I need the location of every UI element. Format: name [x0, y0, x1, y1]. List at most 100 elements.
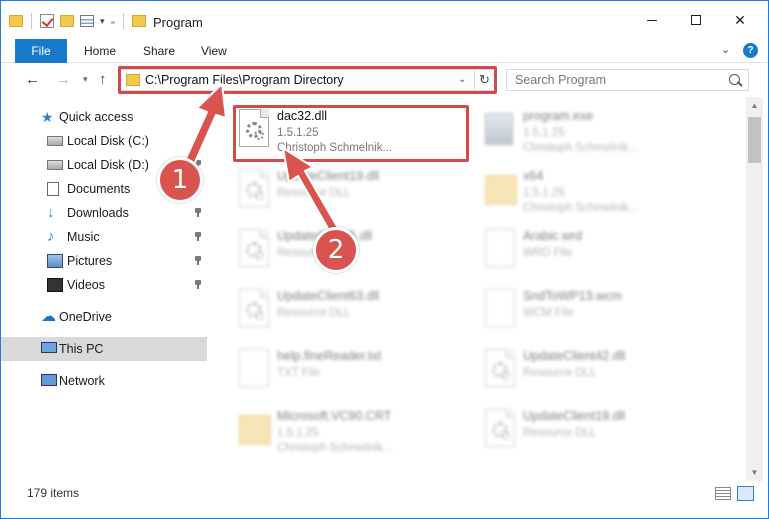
sidebar-item-network[interactable]: Network	[1, 369, 207, 393]
sidebar-item-label: This PC	[59, 342, 104, 356]
file-item[interactable]: UpdateClient19.dll Resource DLL	[483, 405, 713, 457]
file-type: Resource DLL	[277, 187, 351, 199]
title-bar: ▾ ₌ Program ✕	[1, 1, 768, 39]
close-button[interactable]: ✕	[717, 1, 763, 39]
maximize-button[interactable]	[673, 1, 719, 39]
pin-icon[interactable]	[194, 280, 202, 289]
forward-arrow-icon[interactable]: →	[56, 71, 71, 88]
folder-icon	[485, 169, 519, 211]
tab-view[interactable]: View	[201, 44, 227, 58]
tab-home[interactable]: Home	[84, 44, 116, 58]
back-arrow-icon[interactable]: ←	[25, 71, 40, 88]
file-name: Microsoft.VC90.CRT	[277, 409, 392, 423]
exe-file-icon	[485, 109, 519, 151]
folder-icon	[239, 409, 273, 451]
documents-icon	[47, 182, 59, 196]
file-item[interactable]: Microsoft.VC90.CRT 1.5.1.25 Christoph Sc…	[237, 405, 467, 457]
tab-share[interactable]: Share	[143, 44, 175, 58]
title-folder-icon	[132, 15, 147, 27]
sidebar-item-this-pc[interactable]: This PC	[1, 337, 207, 361]
file-name: UpdateClient42.dll	[523, 349, 626, 363]
file-item[interactable]: Arabic.wrd WRD File	[483, 225, 713, 277]
pin-icon[interactable]	[194, 232, 202, 241]
file-name: help.fineReader.txt	[277, 349, 382, 363]
properties-icon[interactable]	[80, 15, 94, 27]
details-view-icon[interactable]	[715, 487, 731, 500]
sidebar-item-label: Music	[67, 230, 100, 244]
file-item[interactable]: UpdateClient42.dll Resource DLL	[483, 345, 713, 397]
file-name: UpdateClient19.dll	[523, 409, 626, 423]
sidebar-item-pictures[interactable]: Pictures	[1, 249, 207, 273]
plain-file-icon	[239, 349, 273, 391]
step-2-badge: 2	[313, 227, 359, 273]
help-icon[interactable]: ?	[743, 43, 758, 58]
dll-file-icon	[239, 289, 273, 331]
file-item[interactable]: x64 1.5.1.25 Christoph Schmelnik...	[483, 165, 713, 217]
network-icon	[41, 374, 57, 386]
file-item[interactable]: program.exe 1.5.1.25 Christoph Schmelnik…	[483, 105, 713, 157]
dll-file-icon	[485, 349, 519, 391]
properties-check-icon[interactable]	[40, 14, 54, 28]
sidebar-item-downloads[interactable]: ↓ Downloads	[1, 201, 207, 225]
sidebar-item-quick-access[interactable]: ★ Quick access	[1, 105, 207, 129]
onedrive-icon: ☁	[41, 308, 56, 325]
selected-file-highlight	[233, 105, 469, 162]
sidebar-item-music[interactable]: ♪ Music	[1, 225, 207, 249]
file-type: Resource DLL	[277, 307, 351, 319]
toolbar-divider	[31, 13, 32, 29]
music-icon: ♪	[47, 228, 55, 245]
sidebar-item-onedrive[interactable]: ☁ OneDrive	[1, 305, 207, 329]
file-item[interactable]: UpdateClient63.dll Resource DLL	[237, 285, 467, 337]
address-bar-highlight	[118, 66, 497, 94]
scrollbar-thumb[interactable]	[748, 117, 761, 163]
sidebar-item-videos[interactable]: Videos	[1, 273, 207, 297]
maximize-icon	[691, 15, 701, 25]
pin-icon[interactable]	[194, 256, 202, 265]
sidebar-item-label: Pictures	[67, 254, 113, 268]
sidebar-item-label: Network	[59, 374, 105, 388]
explorer-window: ▾ ₌ Program ✕ File Home Share View ⌄ ? ←…	[0, 0, 769, 519]
file-type: TXT File	[277, 367, 321, 379]
disk-icon	[47, 136, 63, 146]
new-folder-icon[interactable]	[60, 15, 74, 27]
star-icon: ★	[41, 109, 54, 125]
large-icons-view-icon[interactable]	[737, 486, 754, 501]
expand-ribbon-icon[interactable]: ⌄	[721, 43, 730, 56]
file-company: Christoph Schmelnik...	[277, 442, 393, 454]
sidebar-item-label: Local Disk (C:)	[67, 134, 149, 148]
folder-icon[interactable]	[9, 15, 23, 27]
file-name: Arabic.wrd	[523, 229, 583, 243]
search-input[interactable]: Search Program	[506, 69, 749, 91]
sidebar-item-label: OneDrive	[59, 310, 112, 324]
tab-file[interactable]: File	[15, 39, 67, 63]
toolbar-divider	[123, 13, 125, 29]
dll-file-icon	[239, 169, 273, 211]
up-arrow-icon[interactable]: ↑	[99, 71, 107, 88]
file-item[interactable]: SndToWP13.wcm WCM File	[483, 285, 713, 337]
plain-file-icon	[485, 289, 519, 331]
window-title: Program	[153, 15, 203, 30]
recent-locations-chevron-icon[interactable]: ▾	[83, 74, 88, 85]
navigation-bar: ← → ▾ ↑ C:\Program Files\Program Directo…	[1, 63, 768, 97]
customize-toolbar-icon[interactable]: ₌	[111, 16, 116, 27]
status-bar: 179 items	[1, 481, 768, 518]
scroll-up-icon[interactable]: ▲	[746, 97, 763, 114]
chevron-down-icon[interactable]: ▾	[100, 16, 105, 27]
file-name: UpdateClient19.dll	[277, 169, 380, 183]
sidebar-item-local-disk-c[interactable]: Local Disk (C:)	[1, 129, 207, 153]
file-name: program.exe	[523, 109, 594, 123]
close-icon: ✕	[734, 11, 746, 28]
file-item[interactable]: UpdateClient19.dll Resource DLL	[237, 165, 467, 217]
vertical-scrollbar[interactable]: ▲ ▼	[746, 97, 763, 481]
pin-icon[interactable]	[194, 208, 202, 217]
file-version: 1.5.1.25	[277, 427, 319, 439]
scroll-down-icon[interactable]: ▼	[746, 464, 763, 481]
minimize-button[interactable]	[629, 1, 675, 39]
file-item[interactable]: help.fineReader.txt TXT File	[237, 345, 467, 397]
file-type: WCM File	[523, 307, 574, 319]
pc-icon	[41, 342, 57, 353]
pin-icon[interactable]	[194, 136, 202, 145]
search-icon[interactable]	[729, 74, 740, 85]
file-version: 1.5.1.25	[523, 187, 565, 199]
sidebar-item-label: Quick access	[59, 110, 134, 124]
